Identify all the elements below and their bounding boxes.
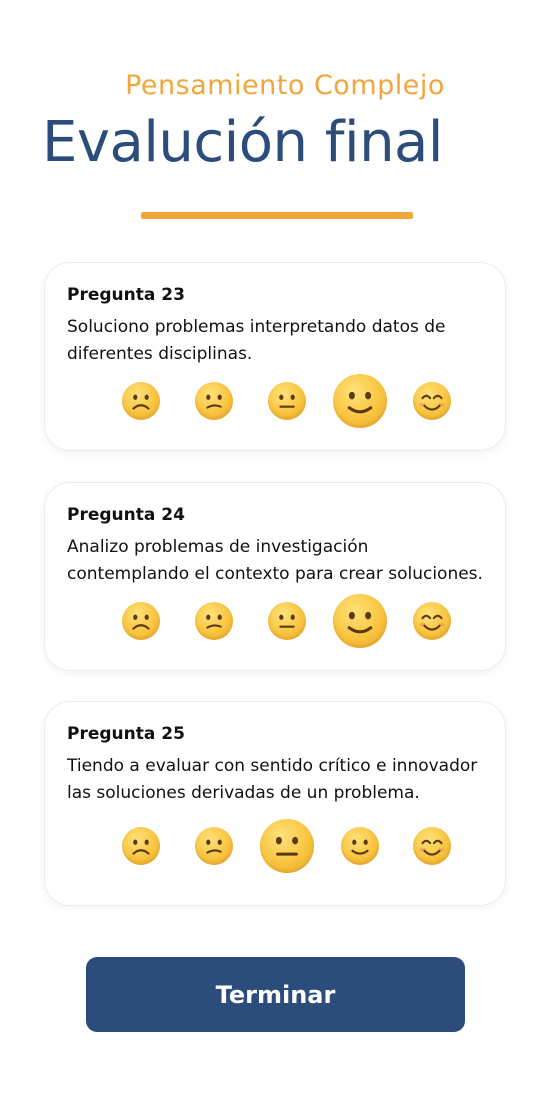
- question-label: Pregunta 24: [67, 505, 185, 525]
- question-text-line: Soluciono problemas interpretando datos …: [67, 317, 446, 337]
- neutral-face-icon[interactable]: [260, 819, 314, 873]
- frowning-face-icon[interactable]: [122, 382, 160, 420]
- frowning-face-icon[interactable]: [122, 827, 160, 865]
- question-text: Tiendo a evaluar con sentido crítico e i…: [67, 753, 507, 807]
- question-card-24: Pregunta 24 Analizo problemas de investi…: [44, 482, 506, 671]
- finish-button[interactable]: Terminar: [86, 957, 465, 1032]
- page-title: Evalución final: [42, 110, 443, 175]
- question-text-line: las soluciones derivadas de un problema.: [67, 783, 420, 803]
- question-text-line: contemplando el contexto para crear solu…: [67, 564, 483, 584]
- question-label: Pregunta 23: [67, 285, 185, 305]
- rating-row: [45, 371, 505, 431]
- question-label: Pregunta 25: [67, 724, 185, 744]
- confused-face-icon[interactable]: [195, 602, 233, 640]
- frowning-face-icon[interactable]: [122, 602, 160, 640]
- question-text-line: diferentes disciplinas.: [67, 344, 253, 364]
- rating-row: [45, 816, 505, 876]
- page-subtitle: Pensamiento Complejo: [125, 70, 445, 101]
- question-card-23: Pregunta 23 Soluciono problemas interpre…: [44, 262, 506, 451]
- question-text: Soluciono problemas interpretando datos …: [67, 314, 507, 368]
- slightly-smiling-face-icon[interactable]: [333, 594, 387, 648]
- smiling-face-icon[interactable]: [413, 602, 451, 640]
- slightly-smiling-face-icon[interactable]: [341, 827, 379, 865]
- title-underline: [141, 212, 413, 219]
- rating-row: [45, 591, 505, 651]
- confused-face-icon[interactable]: [195, 382, 233, 420]
- smiling-face-icon[interactable]: [413, 382, 451, 420]
- question-text: Analizo problemas de investigación conte…: [67, 534, 507, 588]
- question-card-25: Pregunta 25 Tiendo a evaluar con sentido…: [44, 701, 506, 906]
- neutral-face-icon[interactable]: [268, 602, 306, 640]
- confused-face-icon[interactable]: [195, 827, 233, 865]
- slightly-smiling-face-icon[interactable]: [333, 374, 387, 428]
- question-text-line: Analizo problemas de investigación: [67, 537, 369, 557]
- neutral-face-icon[interactable]: [268, 382, 306, 420]
- smiling-face-icon[interactable]: [413, 827, 451, 865]
- question-text-line: Tiendo a evaluar con sentido crítico e i…: [67, 756, 478, 776]
